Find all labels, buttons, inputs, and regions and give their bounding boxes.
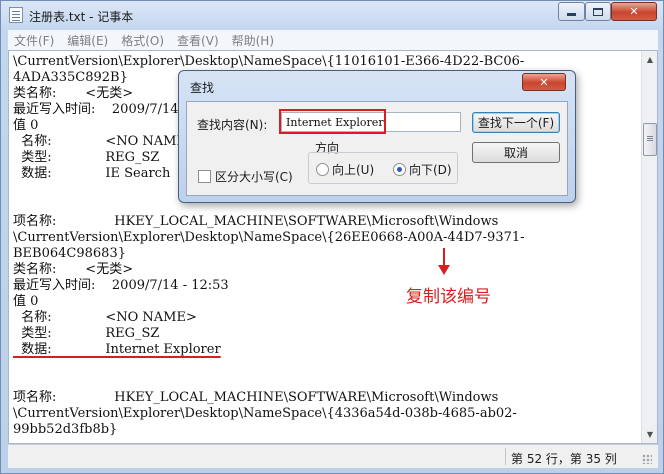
find-value-highlight xyxy=(279,109,386,134)
direction-up-label: 向上(U) xyxy=(332,163,375,177)
menu-edit[interactable]: 编辑(E) xyxy=(61,32,114,49)
direction-up-option[interactable]: 向上(U) xyxy=(316,161,374,178)
close-icon: ✕ xyxy=(629,5,639,18)
text-line: 类名称: <无类> xyxy=(13,262,134,277)
match-case-label: 区分大小写(C) xyxy=(215,170,293,184)
text-line: 类型: REG_SZ xyxy=(13,326,160,341)
menu-help[interactable]: 帮助(H) xyxy=(226,32,280,49)
menu-view[interactable]: 查看(V) xyxy=(171,32,225,49)
vertical-scrollbar[interactable]: ▲ ▼ xyxy=(641,51,657,443)
text-line: 名称: <NO NAME> xyxy=(13,310,197,325)
menu-bar: 文件(F) 编辑(E) 格式(O) 查看(V) 帮助(H) xyxy=(8,30,658,50)
title-bar[interactable]: 注册表.txt - 记事本 ✕ xyxy=(1,1,663,29)
text-line: 值 0 xyxy=(13,294,39,309)
cursor-position: 第 52 行，第 35 列 xyxy=(511,452,617,466)
find-dialog: 查找 ✕ 查找内容(N): 查找下一个(F) 取消 方向 向上(U) 向下(D)… xyxy=(178,70,576,203)
text-line: 项名称: HKEY_LOCAL_MACHINE\SOFTWARE\Microso… xyxy=(13,390,499,405)
direction-down-option[interactable]: 向下(D) xyxy=(393,161,452,178)
text-line: 项名称: HKEY_LOCAL_MACHINE\SOFTWARE\Microso… xyxy=(13,214,499,229)
scroll-thumb[interactable] xyxy=(643,123,657,156)
text-line: \CurrentVersion\Explorer\Desktop\NameSpa… xyxy=(13,230,525,245)
text-line xyxy=(13,374,637,390)
annotation-arrow-icon xyxy=(438,248,450,275)
scroll-down-icon[interactable]: ▼ xyxy=(642,426,657,442)
find-label: 查找内容(N): xyxy=(197,118,268,132)
cancel-button[interactable]: 取消 xyxy=(472,142,560,163)
close-button[interactable]: ✕ xyxy=(611,2,657,21)
resize-grip-icon[interactable] xyxy=(642,454,652,464)
maximize-button[interactable] xyxy=(585,2,611,21)
maximize-icon xyxy=(593,7,603,16)
minimize-icon xyxy=(567,13,576,16)
menu-file[interactable]: 文件(F) xyxy=(8,32,60,49)
minimize-button[interactable] xyxy=(558,2,585,21)
window-title: 注册表.txt - 记事本 xyxy=(29,10,134,24)
annotation-text: 复制该编号 xyxy=(406,287,491,307)
text-line: \CurrentVersion\Explorer\Desktop\NameSpa… xyxy=(13,54,525,69)
dialog-title: 查找 xyxy=(190,81,215,95)
notepad-icon xyxy=(9,7,23,23)
match-case-checkbox[interactable] xyxy=(198,170,211,183)
text-line: 99bb52d3fb8b} xyxy=(13,422,118,437)
text-line xyxy=(13,358,637,374)
direction-down-label: 向下(D) xyxy=(409,163,452,177)
find-next-button[interactable]: 查找下一个(F) xyxy=(472,112,560,133)
dialog-close-button[interactable]: ✕ xyxy=(522,73,566,91)
match-case-option[interactable]: 区分大小写(C) xyxy=(198,168,293,185)
text-line: \CurrentVersion\Explorer\Desktop\NameSpa… xyxy=(13,406,517,421)
close-icon: ✕ xyxy=(539,75,549,89)
text-line: 数据: Internet Explorer xyxy=(13,342,637,358)
direction-up-radio[interactable] xyxy=(316,163,329,176)
text-line: BEB064C98683} xyxy=(13,246,126,261)
direction-group: 向上(U) 向下(D) xyxy=(308,152,458,184)
text-line: 最近写入时间: 2009/7/14 - 12:53 xyxy=(13,278,229,293)
underlined-data-line: 数据: Internet Explorer xyxy=(13,342,221,357)
menu-format[interactable]: 格式(O) xyxy=(115,32,170,49)
status-divider xyxy=(505,448,506,465)
status-bar: 第 52 行，第 35 列 xyxy=(8,444,658,468)
scroll-up-icon[interactable]: ▲ xyxy=(642,51,657,67)
dialog-body: 查找内容(N): 查找下一个(F) 取消 方向 向上(U) 向下(D) 区分大小… xyxy=(186,101,568,196)
direction-down-radio[interactable] xyxy=(393,163,406,176)
